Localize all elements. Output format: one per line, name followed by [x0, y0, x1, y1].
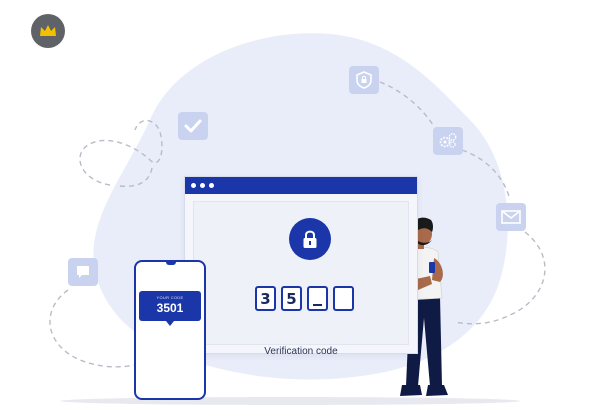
gears-icon	[439, 133, 457, 148]
ground-shadow	[60, 397, 520, 405]
mail-icon	[501, 210, 521, 224]
code-digit-3[interactable]	[307, 286, 328, 311]
premium-badge	[31, 14, 65, 48]
smartphone: YOUR CODE 3501	[134, 260, 206, 400]
chat-tile	[68, 258, 98, 286]
window-dot	[200, 183, 205, 188]
chat-bubble-icon	[77, 266, 89, 278]
check-icon	[184, 119, 202, 133]
cursor-underline	[313, 303, 322, 306]
browser-content: 3 5 Verification code	[193, 201, 409, 357]
shield-lock-icon	[356, 71, 372, 89]
window-dot	[191, 183, 196, 188]
lock-badge	[289, 218, 331, 260]
lock-icon	[303, 230, 317, 248]
sms-caption: YOUR CODE	[156, 295, 184, 300]
gears-tile	[433, 127, 463, 155]
verification-code-inputs: 3 5	[255, 286, 354, 311]
illustration-scene: 3 5 Verification code YOUR CODE 3501	[0, 0, 599, 417]
mail-tile	[496, 203, 526, 231]
code-digit-2[interactable]: 5	[281, 286, 302, 311]
crown-icon	[40, 25, 56, 36]
verification-code-label: Verification code	[264, 346, 338, 357]
window-dot	[209, 183, 214, 188]
shield-tile	[349, 66, 379, 94]
sms-code: 3501	[156, 301, 184, 315]
code-digit-1[interactable]: 3	[255, 286, 276, 311]
code-digit-4[interactable]	[333, 286, 354, 311]
browser-window: 3 5 Verification code	[184, 176, 418, 357]
check-tile	[178, 112, 208, 140]
browser-title-bar	[185, 177, 417, 194]
sms-code-message: YOUR CODE 3501	[139, 291, 201, 326]
phone-notch	[166, 261, 176, 265]
